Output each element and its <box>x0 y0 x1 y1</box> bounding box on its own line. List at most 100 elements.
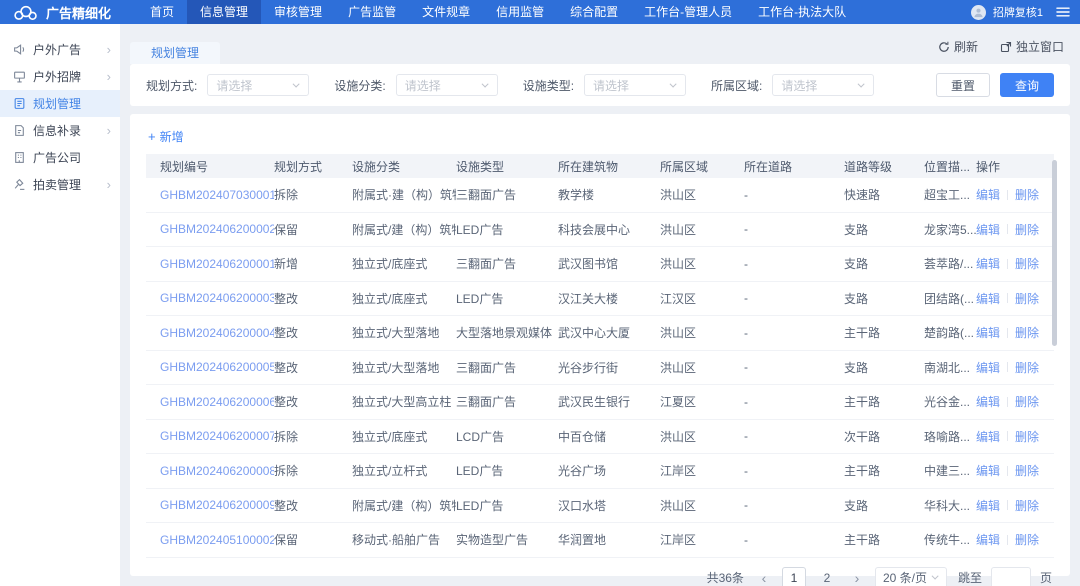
table-cell: 三翻面广告 <box>456 255 558 272</box>
delete-link[interactable]: 删除 <box>1015 497 1039 514</box>
page-unit-label: 页 <box>1040 569 1052 586</box>
chevron-right-icon: › <box>107 124 111 137</box>
facility-category-select[interactable]: 请选择 <box>396 74 498 96</box>
table-cell: 江岸区 <box>660 531 744 548</box>
delete-link[interactable]: 删除 <box>1015 221 1039 238</box>
edit-link[interactable]: 编辑 <box>976 186 1000 203</box>
edit-link[interactable]: 编辑 <box>976 497 1000 514</box>
table-cell: 实物造型广告 <box>456 531 558 548</box>
sidebar-item-户外招牌[interactable]: 户外招牌› <box>0 63 120 90</box>
plan-id-link[interactable]: GHBM202405100002 <box>146 533 274 547</box>
delete-link[interactable]: 删除 <box>1015 359 1039 376</box>
nav-item-info-management[interactable]: 信息管理 <box>187 0 261 24</box>
table-cell: 教学楼 <box>558 186 660 203</box>
sidebar-item-户外广告[interactable]: 户外广告› <box>0 36 120 63</box>
edit-link[interactable]: 编辑 <box>976 359 1000 376</box>
edit-link[interactable]: 编辑 <box>976 255 1000 272</box>
table-cell: - <box>744 395 844 409</box>
plan-id-link[interactable]: GHBM202406200004 <box>146 326 274 340</box>
filter-region: 所属区域: 请选择 <box>711 74 874 96</box>
table-cell: 珞喻路... <box>924 428 976 445</box>
sidebar-item-label: 拍卖管理 <box>33 176 81 193</box>
edit-link[interactable]: 编辑 <box>976 462 1000 479</box>
delete-link[interactable]: 删除 <box>1015 186 1039 203</box>
delete-link[interactable]: 删除 <box>1015 462 1039 479</box>
edit-link[interactable]: 编辑 <box>976 531 1000 548</box>
table-cell: 支路 <box>844 221 924 238</box>
plan-id-link[interactable]: GHBM202407030001 <box>146 188 274 202</box>
vertical-scrollbar[interactable] <box>1052 160 1057 346</box>
edit-link[interactable]: 编辑 <box>976 324 1000 341</box>
table-cell: 洪山区 <box>660 186 744 203</box>
sidebar-item-label: 规划管理 <box>33 95 81 112</box>
edit-link[interactable]: 编辑 <box>976 393 1000 410</box>
nav-item-ad-supervision[interactable]: 广告监管 <box>335 0 409 24</box>
table-cell: 三翻面广告 <box>456 393 558 410</box>
column-header: 操作 <box>976 158 1048 175</box>
edit-link[interactable]: 编辑 <box>976 290 1000 307</box>
plan-id-link[interactable]: GHBM202406200008 <box>146 464 274 478</box>
delete-link[interactable]: 删除 <box>1015 324 1039 341</box>
delete-link[interactable]: 删除 <box>1015 393 1039 410</box>
page-size-select[interactable]: 20 条/页 <box>875 567 947 586</box>
page-button-1[interactable]: 1 <box>782 567 806 586</box>
add-button[interactable]: + 新增 <box>148 128 184 145</box>
table-row: GHBM202407030001拆除附属式·建（构）筑物...三翻面广告教学楼洪… <box>146 178 1054 213</box>
search-button[interactable]: 查询 <box>1000 73 1054 97</box>
delete-link[interactable]: 删除 <box>1015 428 1039 445</box>
page-button-2[interactable]: 2 <box>815 567 839 586</box>
nav-item-workbench-enforcement[interactable]: 工作台-执法大队 <box>745 0 859 24</box>
nav-item-credit[interactable]: 信用监管 <box>483 0 557 24</box>
next-page-button[interactable]: › <box>848 568 866 586</box>
sidebar-item-信息补录[interactable]: 信息补录› <box>0 117 120 144</box>
edit-link[interactable]: 编辑 <box>976 428 1000 445</box>
column-header: 所在建筑物 <box>558 158 660 175</box>
table-cell: 华科大... <box>924 497 976 514</box>
standalone-window-button[interactable]: 独立窗口 <box>1000 38 1064 55</box>
form-icon <box>13 124 26 137</box>
filter-buttons: 重置 查询 <box>936 73 1054 97</box>
prev-page-button[interactable]: ‹ <box>755 568 773 586</box>
divider <box>1007 397 1008 407</box>
refresh-button[interactable]: 刷新 <box>938 38 978 55</box>
sidebar-item-广告公司[interactable]: 广告公司 <box>0 144 120 171</box>
nav-item-home[interactable]: 首页 <box>137 0 187 24</box>
column-header: 位置描... <box>924 158 976 175</box>
table-cell: 主干路 <box>844 393 924 410</box>
plan-id-link[interactable]: GHBM202406200002 <box>146 222 274 236</box>
facility-type-select[interactable]: 请选择 <box>584 74 686 96</box>
sidebar-item-拍卖管理[interactable]: 拍卖管理› <box>0 171 120 198</box>
plan-id-link[interactable]: GHBM202406200006 <box>146 395 274 409</box>
plan-id-link[interactable]: GHBM202406200005 <box>146 360 274 374</box>
tab-planning-management[interactable]: 规划管理 <box>130 42 220 64</box>
nav-item-workbench-admin[interactable]: 工作台-管理人员 <box>631 0 745 24</box>
divider <box>1007 224 1008 234</box>
plan-id-link[interactable]: GHBM202406200009 <box>146 498 274 512</box>
username-label[interactable]: 招牌复核1 <box>993 4 1043 20</box>
nav-item-documents[interactable]: 文件规章 <box>409 0 483 24</box>
nav-item-config[interactable]: 综合配置 <box>557 0 631 24</box>
region-select[interactable]: 请选择 <box>772 74 874 96</box>
reset-button[interactable]: 重置 <box>936 73 990 97</box>
planning-method-select[interactable]: 请选择 <box>207 74 309 96</box>
table-row: GHBM202406200002保留附属式/建（构）筑物...LED广告科技会展… <box>146 213 1054 248</box>
table-cell: 洪山区 <box>660 324 744 341</box>
table-cell: - <box>744 257 844 271</box>
plan-id-link[interactable]: GHBM202406200003 <box>146 291 274 305</box>
menu-icon[interactable] <box>1056 6 1070 18</box>
delete-link[interactable]: 删除 <box>1015 255 1039 272</box>
row-actions: 编辑删除 <box>976 186 1048 203</box>
sidebar-item-规划管理[interactable]: 规划管理 <box>0 90 120 117</box>
divider <box>1007 259 1008 269</box>
table-card: + 新增 规划编号 规划方式 设施分类 设施类型 所在建筑物 所属区域 所在道路… <box>130 114 1070 576</box>
edit-link[interactable]: 编辑 <box>976 221 1000 238</box>
jump-page-input[interactable] <box>991 567 1031 586</box>
plan-id-link[interactable]: GHBM202406200001 <box>146 257 274 271</box>
nav-item-audit[interactable]: 审核管理 <box>261 0 335 24</box>
delete-link[interactable]: 删除 <box>1015 531 1039 548</box>
table-cell: - <box>744 533 844 547</box>
plan-id-link[interactable]: GHBM202406200007 <box>146 429 274 443</box>
user-avatar[interactable] <box>971 5 986 20</box>
table-cell: - <box>744 360 844 374</box>
delete-link[interactable]: 删除 <box>1015 290 1039 307</box>
